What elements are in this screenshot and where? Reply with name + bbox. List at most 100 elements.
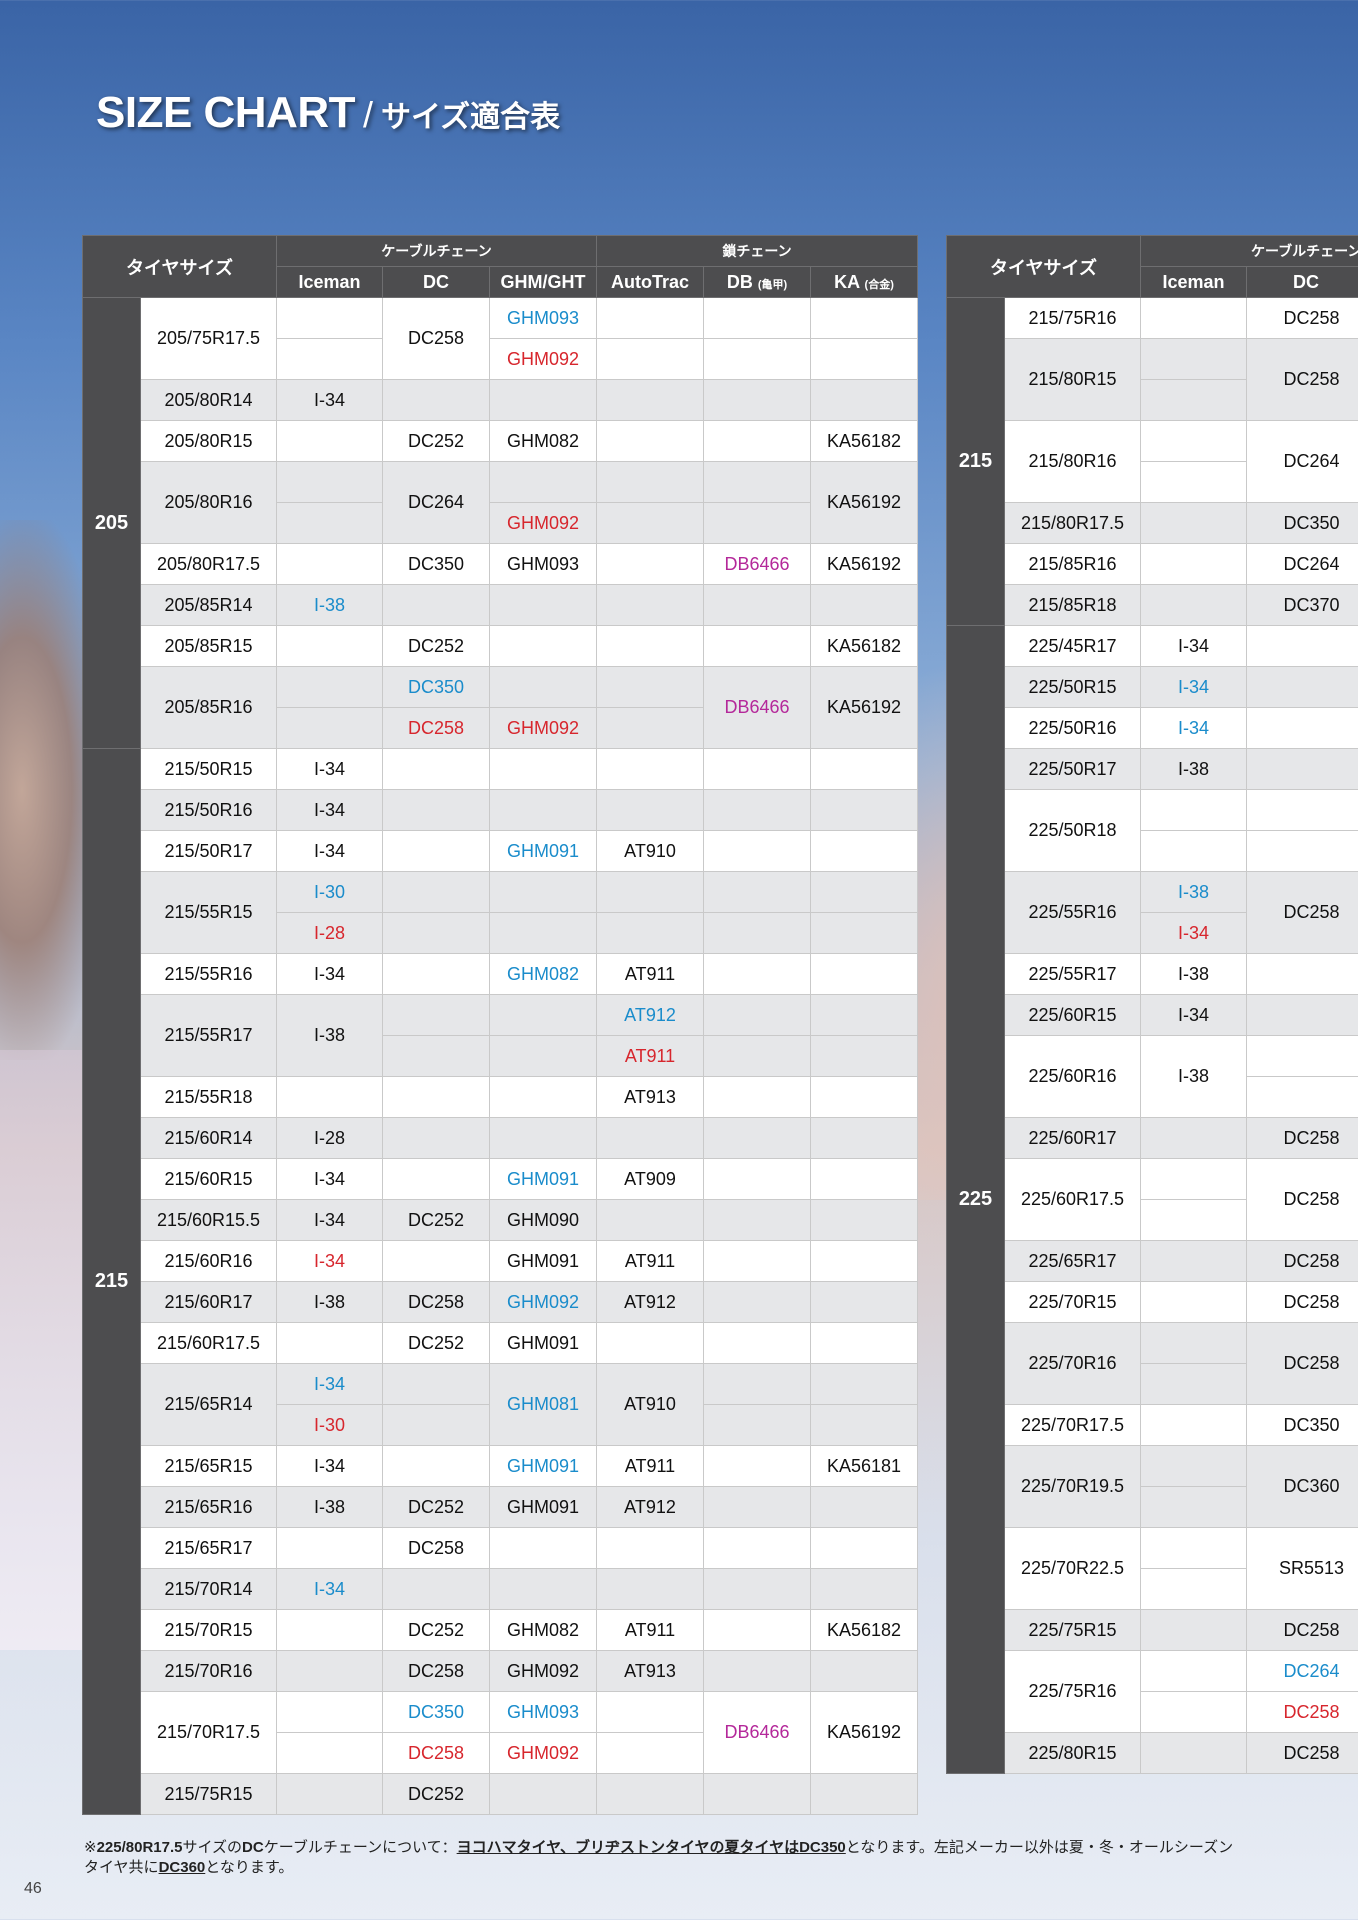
db-cell bbox=[703, 461, 812, 503]
footnote: ※225/80R17.5サイズのDCケーブルチェーンについて：ヨコハマタイヤ、ブ… bbox=[84, 1839, 1234, 1876]
title-en: SIZE CHART bbox=[96, 88, 356, 137]
iceman-cell bbox=[1140, 1363, 1248, 1405]
at-cell bbox=[596, 1322, 705, 1364]
at-cell: AT910 bbox=[596, 830, 705, 872]
dc-cell: DC258 bbox=[1246, 338, 1358, 421]
table-row: 215/70R17.5 DC350 GHM093 DB6466 KA56192 bbox=[83, 1691, 919, 1774]
ka-cell bbox=[810, 871, 919, 913]
iceman-cell bbox=[1140, 1445, 1248, 1487]
table-row: 215/80R16 DC264 bbox=[947, 420, 1358, 503]
tire-size-cell: 215/70R17.5 bbox=[139, 1691, 278, 1774]
at-cell: AT911 bbox=[596, 1445, 705, 1487]
iceman-cell: I-34 bbox=[1140, 625, 1248, 667]
ghm-cell: GHM090 bbox=[489, 1199, 598, 1241]
table-row: 225/65R17 DC258 bbox=[947, 1240, 1358, 1282]
at-cell bbox=[596, 707, 705, 749]
table-row: 225/75R16 DC264 bbox=[947, 1650, 1358, 1733]
db-cell bbox=[703, 1404, 812, 1446]
at-cell: AT911 bbox=[596, 953, 705, 995]
tire-size-cell: 225/50R16 bbox=[1003, 707, 1142, 749]
iceman-cell bbox=[1140, 1691, 1248, 1733]
tire-size-cell: 215/55R16 bbox=[139, 953, 278, 995]
tire-size-cell: 205/85R16 bbox=[139, 666, 278, 749]
tire-size-cell: 215/60R15 bbox=[139, 1158, 278, 1200]
at-cell: AT911 bbox=[596, 1240, 705, 1282]
ka-cell bbox=[810, 338, 919, 380]
at-cell bbox=[596, 1527, 705, 1569]
header-cable-chain: ケーブルチェーン bbox=[276, 235, 598, 267]
ka-cell bbox=[810, 297, 919, 339]
tire-size-cell: 225/70R15 bbox=[1003, 1281, 1142, 1323]
tire-size-cell: 225/60R17.5 bbox=[1003, 1158, 1142, 1241]
at-cell bbox=[596, 789, 705, 831]
tire-size-cell: 215/65R15 bbox=[139, 1445, 278, 1487]
db-cell bbox=[703, 1035, 812, 1077]
ka-cell bbox=[810, 1650, 919, 1692]
dc-cell: DC258 bbox=[1246, 1322, 1358, 1405]
tire-size-cell: 215/70R14 bbox=[139, 1568, 278, 1610]
iceman-cell: I-38 bbox=[276, 1486, 384, 1528]
at-cell: AT911 bbox=[596, 1035, 705, 1077]
header-cable-chain-right: ケーブルチェーン bbox=[1140, 235, 1358, 267]
tire-size-cell: 225/70R22.5 bbox=[1003, 1527, 1142, 1610]
dc-cell bbox=[382, 1445, 491, 1487]
iceman-cell bbox=[1140, 1158, 1248, 1200]
dc-cell bbox=[1246, 994, 1358, 1036]
iceman-cell bbox=[1140, 379, 1248, 421]
tire-size-cell: 225/75R16 bbox=[1003, 1650, 1142, 1733]
ghm-cell bbox=[489, 1773, 598, 1815]
ka-cell bbox=[810, 1035, 919, 1077]
ghm-cell: GHM092 bbox=[489, 1281, 598, 1323]
iceman-cell: I-38 bbox=[1140, 1035, 1248, 1118]
dc-cell bbox=[382, 830, 491, 872]
dc-cell bbox=[382, 789, 491, 831]
ghm-cell: GHM093 bbox=[489, 297, 598, 339]
db-cell bbox=[703, 379, 812, 421]
tire-size-cell: 215/60R15.5 bbox=[139, 1199, 278, 1241]
dc-cell: SR5513 bbox=[1246, 1527, 1358, 1610]
iceman-cell bbox=[276, 1609, 384, 1651]
dc-cell bbox=[1246, 830, 1358, 872]
db-cell bbox=[703, 830, 812, 872]
db-cell bbox=[703, 625, 812, 667]
iceman-cell: I-38 bbox=[276, 584, 384, 626]
dc-cell: DC252 bbox=[382, 1609, 491, 1651]
ghm-cell: GHM091 bbox=[489, 1486, 598, 1528]
at-cell bbox=[596, 297, 705, 339]
dc-cell: DC350 bbox=[1246, 1404, 1358, 1446]
iceman-cell: I-28 bbox=[276, 1117, 384, 1159]
tire-size-cell: 225/60R15 bbox=[1003, 994, 1142, 1036]
ka-cell bbox=[810, 1158, 919, 1200]
iceman-cell bbox=[276, 1527, 384, 1569]
ka-cell bbox=[810, 1199, 919, 1241]
ghm-cell: GHM082 bbox=[489, 1609, 598, 1651]
table-row: 215/85R16 DC264 bbox=[947, 543, 1358, 585]
dc-cell: DC258 bbox=[1246, 871, 1358, 954]
table-row: 215/60R16 I-34 GHM091 AT911 bbox=[83, 1240, 919, 1282]
ghm-cell bbox=[489, 461, 598, 503]
iceman-cell bbox=[1140, 461, 1248, 503]
header-ghm: GHM/GHT bbox=[489, 266, 598, 298]
ka-cell bbox=[810, 1404, 919, 1446]
table-row: 225/70R17.5 DC350 bbox=[947, 1404, 1358, 1446]
dc-cell: DC258 bbox=[382, 707, 491, 749]
header-link-chain: 鎖チェーン bbox=[596, 235, 919, 267]
iceman-cell bbox=[276, 1076, 384, 1118]
at-cell bbox=[596, 379, 705, 421]
title-separator: / bbox=[363, 94, 374, 135]
at-cell bbox=[596, 1691, 705, 1733]
table-body-left: 205 205/75R17.5 DC258 GHM093 GHM092 205/80R14… bbox=[82, 297, 919, 1815]
ghm-cell bbox=[489, 1568, 598, 1610]
at-cell bbox=[596, 543, 705, 585]
iceman-cell bbox=[276, 625, 384, 667]
iceman-cell: I-28 bbox=[276, 912, 384, 954]
table-row: 225/60R17.5 DC258 bbox=[947, 1158, 1358, 1241]
size-chart-table-right: タイヤサイズ ケーブルチェーン Iceman DC 215 215/75R16 DC… bbox=[945, 235, 1358, 1774]
ghm-cell bbox=[489, 912, 598, 954]
dc-cell bbox=[1246, 953, 1358, 995]
iceman-cell bbox=[276, 1732, 384, 1774]
iceman-cell: I-30 bbox=[276, 871, 384, 913]
iceman-cell bbox=[1140, 338, 1248, 380]
table-row: 215/55R17 I-38 AT912 bbox=[83, 994, 919, 1077]
iceman-cell bbox=[1140, 543, 1248, 585]
